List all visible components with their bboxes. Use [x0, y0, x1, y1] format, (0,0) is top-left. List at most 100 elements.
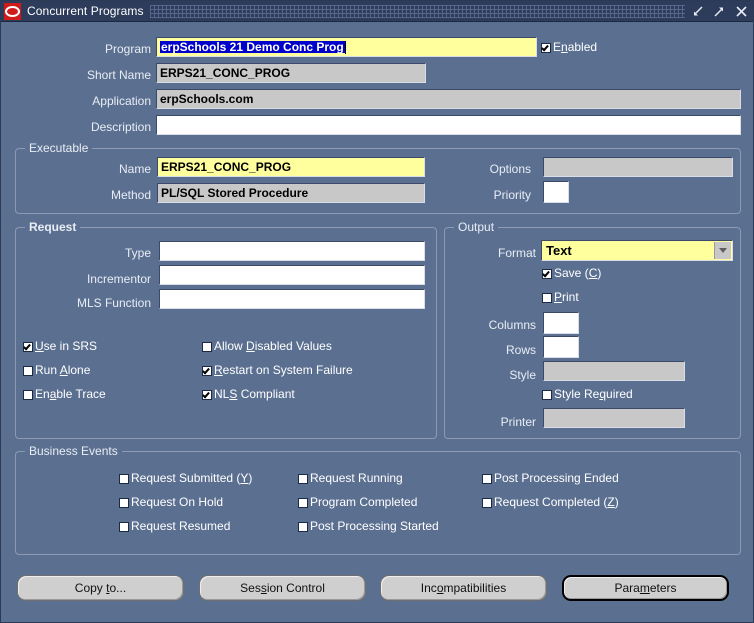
- checkbox-box: [298, 497, 308, 508]
- titlebar-texture: [149, 4, 685, 18]
- request-type-input[interactable]: [159, 241, 425, 261]
- business-events-group-title: Business Events: [25, 444, 122, 458]
- program-label: Program: [104, 42, 151, 56]
- request-completed-checkbox[interactable]: Request Completed (Z): [482, 496, 619, 509]
- output-style-label: Style: [509, 368, 536, 382]
- allow-disabled-values-checkbox[interactable]: Allow Disabled Values: [202, 340, 332, 353]
- executable-name-input[interactable]: ERPS21_CONC_PROG: [157, 157, 425, 177]
- request-mls-function-input[interactable]: [159, 289, 425, 309]
- executable-group-title: Executable: [25, 141, 93, 155]
- maximize-icon[interactable]: [713, 5, 726, 18]
- checkbox-box: [202, 389, 212, 400]
- executable-priority-label: Priority: [493, 188, 531, 202]
- executable-priority-input[interactable]: [543, 181, 569, 203]
- output-rows-label: Rows: [505, 343, 536, 357]
- program-input[interactable]: erpSchools 21 Demo Conc Prog: [156, 37, 537, 57]
- request-incrementor-label: Incrementor: [86, 272, 151, 286]
- output-style-input[interactable]: [543, 361, 685, 381]
- application-input[interactable]: erpSchools.com: [156, 89, 741, 109]
- checkbox-box: [298, 473, 308, 484]
- output-printer-label: Printer: [500, 415, 536, 429]
- nls-compliant-checkbox[interactable]: NLS Compliant: [202, 388, 295, 401]
- minimize-icon[interactable]: [691, 5, 704, 18]
- checkbox-box: [482, 473, 492, 484]
- request-on-hold-checkbox[interactable]: Request On Hold: [119, 496, 223, 509]
- executable-method-label: Method: [110, 188, 151, 202]
- request-type-label: Type: [124, 246, 151, 260]
- program-completed-checkbox[interactable]: Program Completed: [298, 496, 417, 509]
- parameters-button[interactable]: Parameters: [562, 575, 729, 601]
- executable-options-input[interactable]: [543, 157, 733, 177]
- run-alone-label: Run Alone: [35, 363, 91, 377]
- checkbox-box: [119, 521, 129, 532]
- post-processing-ended-checkbox[interactable]: Post Processing Ended: [482, 472, 619, 485]
- checkbox-box: [119, 473, 129, 484]
- copy-to-button-label: Copy to...: [74, 581, 127, 595]
- checkbox-box: [202, 341, 212, 352]
- allow-disabled-values-label: Allow Disabled Values: [214, 339, 332, 353]
- output-rows-input[interactable]: [543, 336, 579, 358]
- chevron-down-icon[interactable]: [714, 242, 731, 259]
- description-input[interactable]: [156, 115, 741, 135]
- nls-compliant-label: NLS Compliant: [214, 387, 295, 401]
- style-required-checkbox[interactable]: Style Required: [542, 388, 633, 401]
- use-in-srs-label: Use in SRS: [35, 339, 98, 353]
- copy-to-button[interactable]: Copy to...: [17, 575, 184, 601]
- request-submitted-checkbox[interactable]: Request Submitted (Y): [119, 472, 252, 485]
- checkbox-box: [542, 389, 552, 400]
- application-label: Application: [92, 94, 151, 108]
- request-resumed-label: Request Resumed: [131, 519, 231, 533]
- program-input-value: erpSchools 21 Demo Conc Prog: [160, 40, 345, 54]
- concurrent-programs-window: Concurrent Programs Program erpSchools 2…: [0, 0, 754, 623]
- enable-trace-checkbox[interactable]: Enable Trace: [23, 388, 106, 401]
- restart-on-system-failure-checkbox[interactable]: Restart on System Failure: [202, 364, 353, 377]
- window-controls: [691, 5, 748, 18]
- output-printer-input[interactable]: [543, 408, 685, 428]
- enabled-checkbox-label: Enabled: [553, 40, 598, 54]
- window-title: Concurrent Programs: [27, 4, 144, 18]
- program-completed-label: Program Completed: [310, 495, 418, 509]
- executable-method-input: PL/SQL Stored Procedure: [157, 183, 425, 203]
- request-mls-function-label: MLS Function: [76, 296, 151, 310]
- short-name-input[interactable]: ERPS21_CONC_PROG: [156, 63, 426, 83]
- close-icon[interactable]: [735, 5, 748, 18]
- post-processing-ended-label: Post Processing Ended: [494, 471, 619, 485]
- request-submitted-label: Request Submitted (Y): [131, 471, 253, 485]
- checkbox-box: [482, 497, 492, 508]
- output-print-checkbox[interactable]: Print: [542, 291, 579, 304]
- executable-name-label: Name: [118, 162, 151, 176]
- checkbox-box: [202, 365, 212, 376]
- session-control-button-label: Session Control: [240, 581, 325, 595]
- executable-name-value: ERPS21_CONC_PROG: [161, 160, 292, 174]
- checkbox-box: [298, 521, 308, 532]
- run-alone-checkbox[interactable]: Run Alone: [23, 364, 90, 377]
- short-name-value: ERPS21_CONC_PROG: [160, 66, 291, 80]
- executable-method-value: PL/SQL Stored Procedure: [161, 186, 309, 200]
- incompatibilities-button-label: Incompatibilities: [420, 581, 507, 595]
- output-format-value: Text: [546, 243, 572, 258]
- request-incrementor-input[interactable]: [159, 265, 425, 285]
- output-columns-label: Columns: [488, 318, 536, 332]
- checkbox-box: [542, 268, 552, 279]
- post-processing-started-checkbox[interactable]: Post Processing Started: [298, 520, 439, 533]
- request-running-label: Request Running: [310, 471, 403, 485]
- incompatibilities-button[interactable]: Incompatibilities: [380, 575, 547, 601]
- request-group-title: Request: [25, 220, 81, 234]
- output-format-select[interactable]: Text: [541, 240, 733, 261]
- session-control-button[interactable]: Session Control: [199, 575, 366, 601]
- output-columns-input[interactable]: [543, 312, 579, 334]
- enabled-checkbox[interactable]: Enabled: [541, 41, 597, 54]
- application-value: erpSchools.com: [160, 92, 254, 106]
- request-running-checkbox[interactable]: Request Running: [298, 472, 403, 485]
- output-print-label: Print: [554, 290, 579, 304]
- restart-on-system-failure-label: Restart on System Failure: [214, 363, 353, 377]
- checkbox-box: [23, 365, 33, 376]
- parameters-button-label: Parameters: [614, 581, 677, 595]
- use-in-srs-checkbox[interactable]: Use in SRS: [23, 340, 97, 353]
- executable-options-label: Options: [489, 162, 531, 176]
- output-save-checkbox[interactable]: Save (C): [542, 267, 601, 280]
- window-titlebar: Concurrent Programs: [1, 1, 753, 22]
- oracle-logo-icon: [4, 2, 21, 20]
- request-resumed-checkbox[interactable]: Request Resumed: [119, 520, 230, 533]
- checkbox-box: [541, 42, 551, 53]
